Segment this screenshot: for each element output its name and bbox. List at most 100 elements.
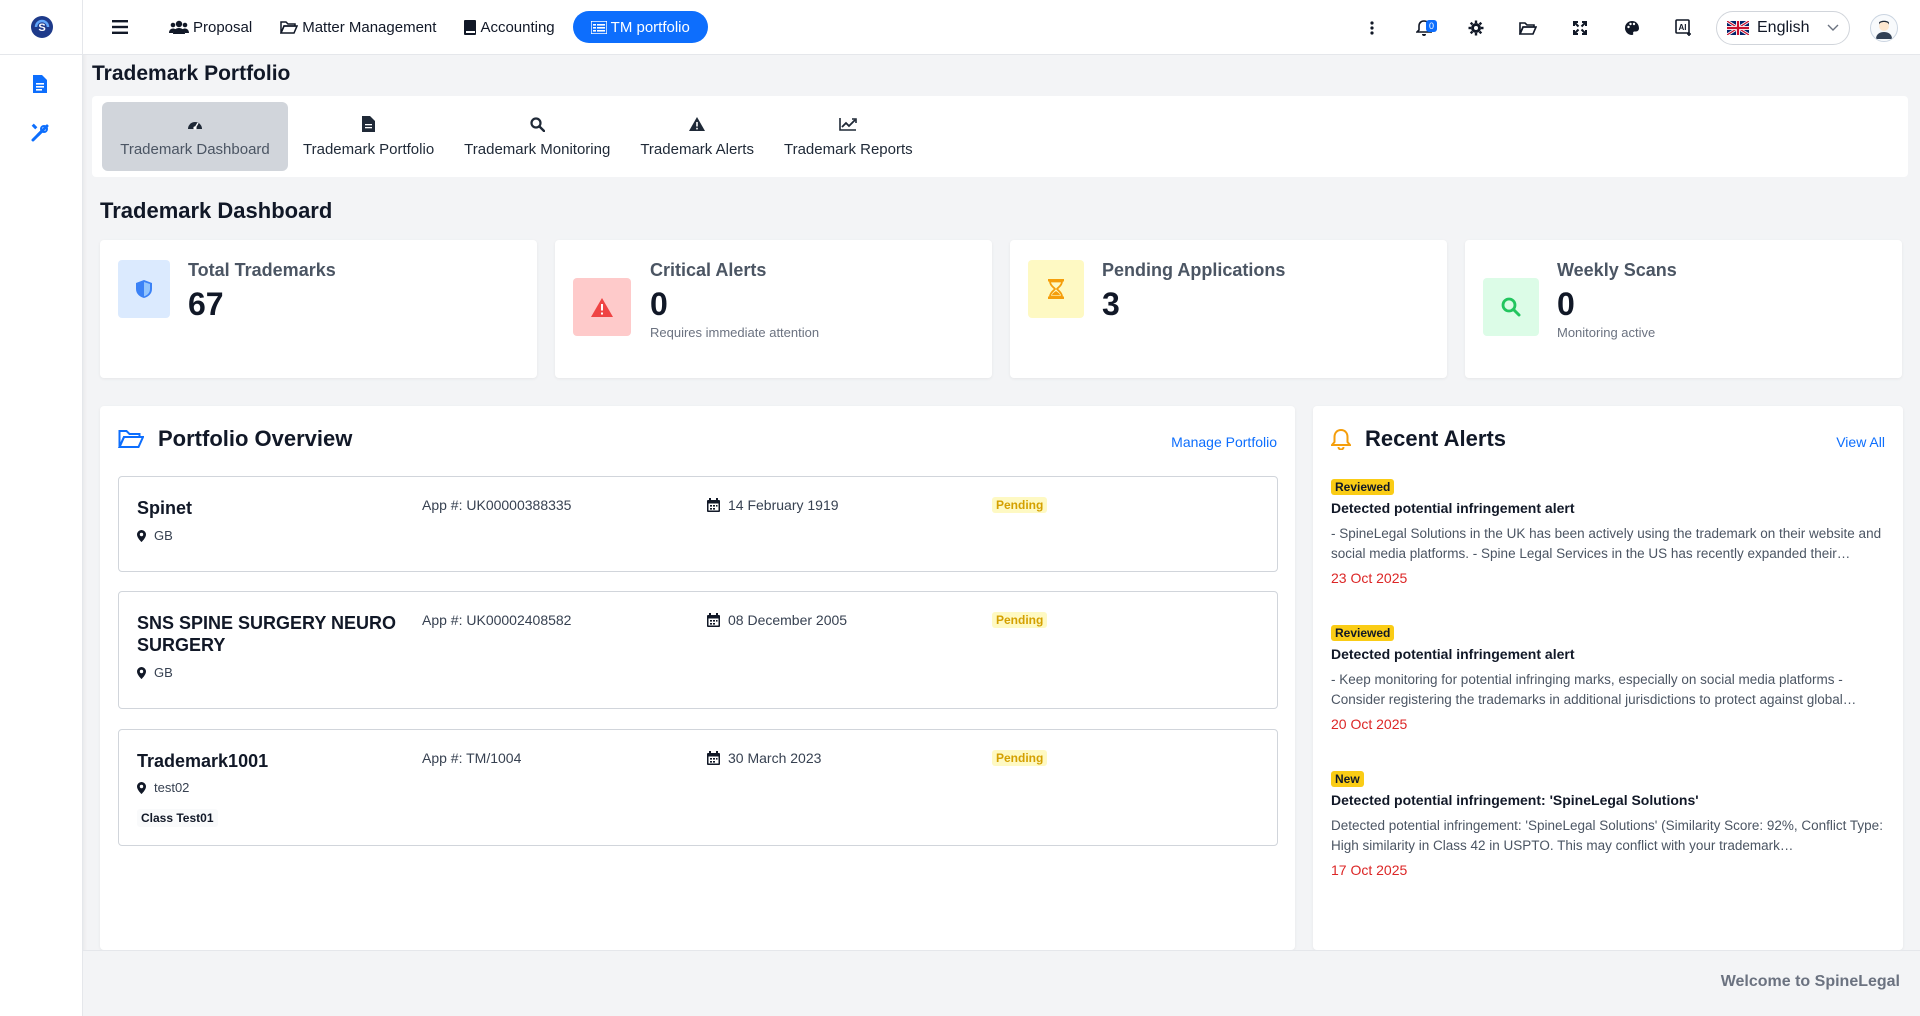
alert-date: 23 Oct 2025	[1331, 570, 1408, 586]
stat-card-total-trademarks: Total Trademarks 67	[100, 240, 537, 378]
fullscreen-icon[interactable]	[1554, 0, 1606, 55]
tab-trademark-portfolio[interactable]: Trademark Portfolio	[288, 102, 449, 171]
logo-icon: S	[30, 16, 53, 38]
tab-trademark-alerts[interactable]: Trademark Alerts	[625, 102, 769, 171]
stat-title: Weekly Scans	[1557, 260, 1677, 280]
alert-description: Detected potential infringement: 'SpineL…	[1331, 818, 1883, 853]
hourglass-icon	[1028, 260, 1084, 318]
trademark-name: SNS SPINE SURGERY NEURO SURGERY	[137, 613, 397, 655]
nav-matter-management[interactable]: Matter Management	[270, 11, 446, 43]
trademark-name: Trademark1001	[137, 751, 269, 771]
nav-tm-portfolio[interactable]: TM portfolio	[572, 11, 708, 43]
chevron-down-icon	[1827, 24, 1839, 31]
nav-matter-management-label: Matter Management	[302, 18, 437, 36]
folder-open-icon	[280, 21, 299, 34]
uk-flag-icon	[1727, 20, 1749, 35]
nav-accounting[interactable]: Accounting	[454, 11, 564, 43]
tab-trademark-dashboard[interactable]: Trademark Dashboard	[102, 102, 288, 171]
dashboard-title: Trademark Dashboard	[100, 198, 333, 223]
svg-text:S: S	[38, 22, 45, 34]
map-marker-icon	[137, 666, 146, 679]
trademark-date: 08 December 2005	[707, 612, 847, 628]
warning-icon	[688, 115, 706, 133]
trademark-card[interactable]: SNS SPINE SURGERY NEURO SURGERY GB App #…	[118, 591, 1278, 709]
map-marker-icon	[137, 529, 146, 542]
stat-title: Critical Alerts	[650, 260, 767, 280]
manage-portfolio-link[interactable]: Manage Portfolio	[1171, 434, 1277, 450]
stat-subtitle: Requires immediate attention	[650, 325, 820, 340]
folder-open-icon	[118, 430, 144, 448]
tab-trademark-alerts-label: Trademark Alerts	[640, 141, 754, 158]
alert-status-badge: Reviewed	[1331, 479, 1395, 495]
alert-date: 20 Oct 2025	[1331, 716, 1408, 732]
stat-title: Total Trademarks	[188, 260, 336, 280]
nav-proposal[interactable]: Proposal	[159, 11, 262, 43]
warning-icon	[573, 278, 631, 336]
topbar-actions: 0 AI English	[1346, 0, 1898, 55]
user-avatar-icon	[1876, 20, 1892, 39]
documents-icon[interactable]	[28, 72, 52, 96]
more-options-icon[interactable]	[1346, 0, 1398, 55]
file-icon	[360, 115, 378, 133]
users-icon	[169, 20, 189, 34]
stat-value: 3	[1102, 286, 1120, 322]
top-navbar: Proposal Matter Management Accounting TM…	[83, 0, 1920, 55]
calendar-icon	[707, 751, 720, 765]
trademark-app-number: App #: TM/1004	[422, 750, 522, 766]
tab-trademark-dashboard-label: Trademark Dashboard	[120, 141, 270, 158]
recent-alerts-title: Recent Alerts	[1365, 426, 1507, 451]
alert-item[interactable]: Reviewed Detected potential infringement…	[1331, 624, 1891, 732]
line-chart-icon	[839, 115, 858, 133]
calendar-icon	[707, 613, 720, 627]
recent-alerts-header: Recent Alerts	[1331, 426, 1506, 452]
tab-trademark-portfolio-label: Trademark Portfolio	[303, 141, 435, 158]
tab-trademark-monitoring-label: Trademark Monitoring	[464, 141, 611, 158]
tab-trademark-reports-label: Trademark Reports	[783, 141, 913, 158]
menu-toggle-icon[interactable]	[105, 12, 135, 42]
shield-icon	[118, 260, 170, 318]
trademark-app-number: App #: UK00000388335	[422, 497, 572, 513]
tab-trademark-monitoring[interactable]: Trademark Monitoring	[449, 102, 625, 171]
trademark-location-label: GB	[154, 528, 173, 543]
alert-title: Detected potential infringement alert	[1331, 500, 1575, 516]
settings-gear-icon[interactable]	[1450, 0, 1502, 55]
user-avatar[interactable]	[1870, 13, 1898, 42]
portfolio-overview-panel: Portfolio Overview Manage Portfolio Spin…	[100, 406, 1295, 950]
ai-assistant-icon[interactable]: AI	[1658, 0, 1710, 55]
dashboard-gauge-icon	[186, 115, 204, 133]
nav-proposal-label: Proposal	[193, 18, 253, 36]
alert-title: Detected potential infringement alert	[1331, 646, 1575, 662]
folder-open-icon[interactable]	[1502, 0, 1554, 55]
tab-trademark-reports[interactable]: Trademark Reports	[769, 102, 928, 171]
trademark-date: 30 March 2023	[707, 750, 821, 766]
trademark-location: GB	[137, 528, 173, 543]
stat-value: 0	[1557, 286, 1575, 322]
alert-title: Detected potential infringement: 'SpineL…	[1331, 792, 1699, 808]
trademark-name: Spinet	[137, 498, 193, 518]
alert-item[interactable]: Reviewed Detected potential infringement…	[1331, 478, 1891, 586]
nav-tm-portfolio-label: TM portfolio	[610, 18, 690, 36]
alert-item[interactable]: New Detected potential infringement: 'Sp…	[1331, 770, 1891, 878]
search-icon	[1483, 278, 1539, 336]
stat-card-pending-applications: Pending Applications 3	[1010, 240, 1447, 378]
recent-alerts-panel: Recent Alerts View All Reviewed Detected…	[1313, 406, 1903, 950]
trademark-date-label: 30 March 2023	[728, 750, 822, 766]
trademark-date: 14 February 1919	[707, 497, 839, 513]
trademark-app-number: App #: UK00002408582	[422, 612, 572, 628]
alert-status-badge: Reviewed	[1331, 625, 1395, 641]
trademark-card[interactable]: Trademark1001 test02 Class Test01 App #:…	[118, 729, 1278, 846]
trademark-card[interactable]: Spinet GB App #: UK00000388335 14 Februa…	[118, 476, 1278, 572]
map-marker-icon	[137, 781, 146, 794]
language-label: English	[1757, 18, 1810, 36]
trademark-tabs: Trademark Dashboard Trademark Portfolio …	[92, 96, 1908, 177]
tools-icon[interactable]	[28, 121, 52, 145]
trademark-date-label: 14 February 1919	[728, 497, 839, 513]
trademark-location: test02	[137, 780, 189, 795]
theme-palette-icon[interactable]	[1606, 0, 1658, 55]
app-logo[interactable]: S	[0, 0, 83, 55]
language-select[interactable]: English	[1716, 10, 1850, 45]
bell-icon	[1331, 428, 1351, 450]
stat-card-weekly-scans: Weekly Scans 0 Monitoring active	[1465, 240, 1902, 378]
notifications-bell-icon[interactable]: 0	[1398, 0, 1450, 55]
view-all-alerts-link[interactable]: View All	[1836, 434, 1885, 450]
